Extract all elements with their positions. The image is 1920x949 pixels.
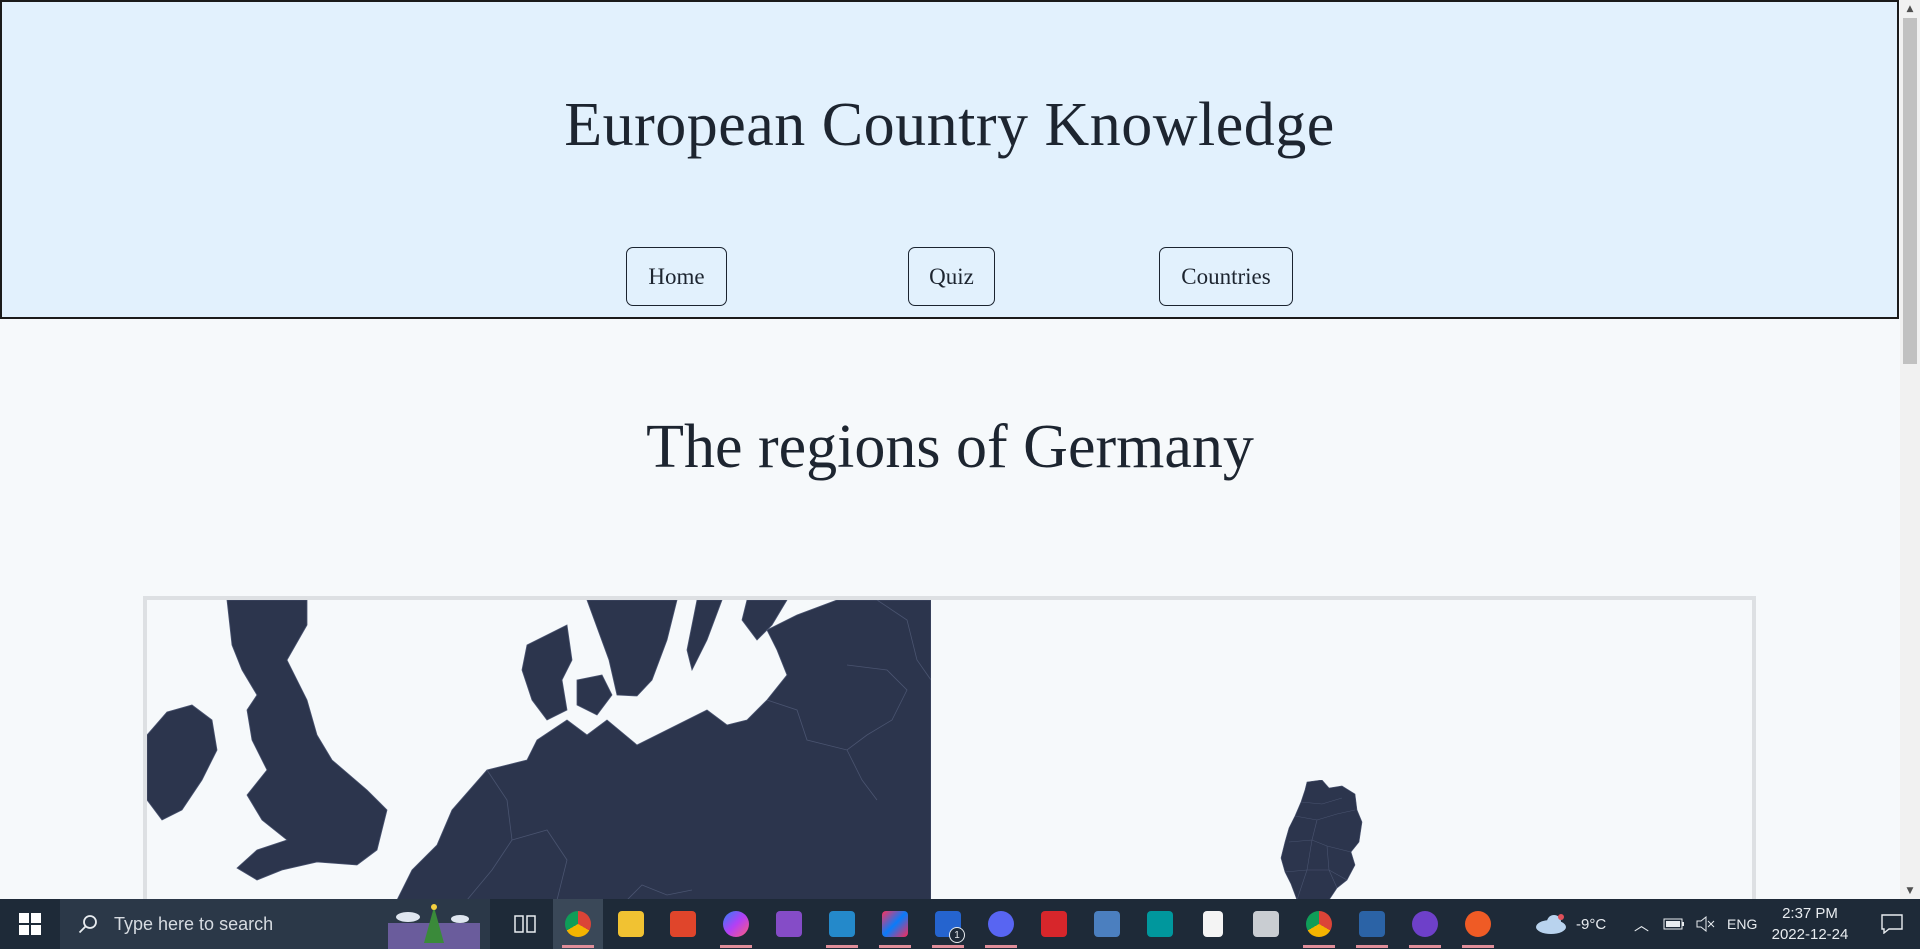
arduino-icon bbox=[1147, 911, 1173, 937]
language-indicator[interactable]: ENG bbox=[1727, 916, 1757, 932]
github-icon bbox=[1412, 911, 1438, 937]
intellij-icon bbox=[882, 911, 908, 937]
taskbar-discord[interactable] bbox=[976, 899, 1026, 949]
taskbar-visual-studio[interactable] bbox=[764, 899, 814, 949]
clock-date: 2022-12-24 bbox=[1771, 926, 1849, 943]
taskbar-vscode[interactable] bbox=[817, 899, 867, 949]
zealand-shape bbox=[576, 674, 613, 716]
file-explorer-icon bbox=[618, 911, 644, 937]
file-icon bbox=[1203, 911, 1223, 937]
network-app-icon bbox=[1094, 911, 1120, 937]
photos-icon bbox=[1253, 911, 1279, 937]
start-button[interactable] bbox=[0, 899, 60, 949]
nav-home-button[interactable]: Home bbox=[626, 247, 727, 306]
tray-icons: ︿ ENG bbox=[1634, 899, 1757, 949]
taskbar-search-box[interactable]: Type here to search bbox=[60, 899, 490, 949]
taskbar-red-app[interactable] bbox=[1029, 899, 1079, 949]
taskbar-intellij[interactable] bbox=[870, 899, 920, 949]
task-view-button[interactable] bbox=[500, 899, 550, 949]
volume-muted-icon[interactable] bbox=[1695, 916, 1715, 932]
taskbar-arduino[interactable] bbox=[1135, 899, 1185, 949]
taskbar-postman[interactable] bbox=[1453, 899, 1503, 949]
windows-logo-icon bbox=[19, 913, 41, 935]
site-title: European Country Knowledge bbox=[564, 91, 1335, 159]
powershell-icon bbox=[1359, 911, 1385, 937]
visual-studio-icon bbox=[776, 911, 802, 937]
chrome-icon bbox=[565, 911, 591, 937]
taskbar-powershell[interactable] bbox=[1347, 899, 1397, 949]
weather-widget[interactable]: -9°C bbox=[1534, 899, 1606, 949]
region-title: The regions of Germany bbox=[646, 413, 1254, 481]
discord-icon bbox=[988, 911, 1014, 937]
taskbar-file[interactable] bbox=[1188, 899, 1238, 949]
scroll-down-arrow-icon[interactable]: ▼ bbox=[1900, 882, 1920, 899]
taskbar-chrome-app[interactable] bbox=[553, 899, 603, 949]
search-icon bbox=[78, 915, 97, 934]
taskbar-chrome-app-2[interactable] bbox=[1294, 899, 1344, 949]
taskbar-network-app[interactable] bbox=[1082, 899, 1132, 949]
clock-time: 2:37 PM bbox=[1782, 905, 1838, 922]
chrome-icon bbox=[1306, 911, 1332, 937]
app-red-icon bbox=[1041, 911, 1067, 937]
taskbar-file-explorer[interactable] bbox=[606, 899, 656, 949]
browser-viewport: European Country Knowledge Home Quiz Cou… bbox=[0, 0, 1900, 899]
europe-map[interactable] bbox=[147, 600, 931, 899]
denmark-shape bbox=[521, 624, 573, 721]
chevron-up-icon[interactable]: ︿ bbox=[1634, 914, 1649, 935]
germany-map[interactable] bbox=[1267, 780, 1387, 899]
messenger-icon bbox=[723, 911, 749, 937]
nav-quiz-button[interactable]: Quiz bbox=[908, 247, 995, 306]
postman-icon bbox=[1465, 911, 1491, 937]
search-placeholder: Type here to search bbox=[114, 913, 274, 934]
great-britain-shape bbox=[226, 600, 388, 881]
scroll-thumb[interactable] bbox=[1903, 18, 1917, 364]
notification-icon bbox=[1881, 914, 1903, 934]
windows-taskbar: Type here to search 1 -9°C ︿ ENG 2:37 PM… bbox=[0, 899, 1920, 949]
holiday-search-highlight-icon bbox=[388, 904, 480, 949]
notification-center-button[interactable] bbox=[1864, 899, 1920, 949]
office-icon bbox=[670, 911, 696, 937]
taskbar-photos[interactable] bbox=[1241, 899, 1291, 949]
sweden-shape bbox=[686, 600, 723, 672]
vscode-icon bbox=[829, 911, 855, 937]
taskbar-todo[interactable]: 1 bbox=[923, 899, 973, 949]
taskbar-clock[interactable]: 2:37 PM 2022-12-24 bbox=[1760, 903, 1860, 945]
battery-icon[interactable] bbox=[1663, 918, 1685, 930]
site-header: European Country Knowledge Home Quiz Cou… bbox=[0, 0, 1899, 319]
page-scrollbar[interactable]: ▲ ▼ bbox=[1900, 0, 1920, 899]
taskbar-messenger[interactable] bbox=[711, 899, 761, 949]
nav-countries-button[interactable]: Countries bbox=[1159, 247, 1293, 306]
map-frame bbox=[143, 596, 1756, 899]
taskbar-github[interactable] bbox=[1400, 899, 1450, 949]
task-view-icon bbox=[514, 915, 536, 933]
ireland-shape bbox=[147, 704, 218, 821]
taskbar-office[interactable] bbox=[658, 899, 708, 949]
weather-temperature: -9°C bbox=[1576, 915, 1607, 933]
scroll-up-arrow-icon[interactable]: ▲ bbox=[1900, 0, 1920, 17]
todo-badge: 1 bbox=[949, 927, 965, 943]
cloud-icon bbox=[1536, 914, 1566, 934]
